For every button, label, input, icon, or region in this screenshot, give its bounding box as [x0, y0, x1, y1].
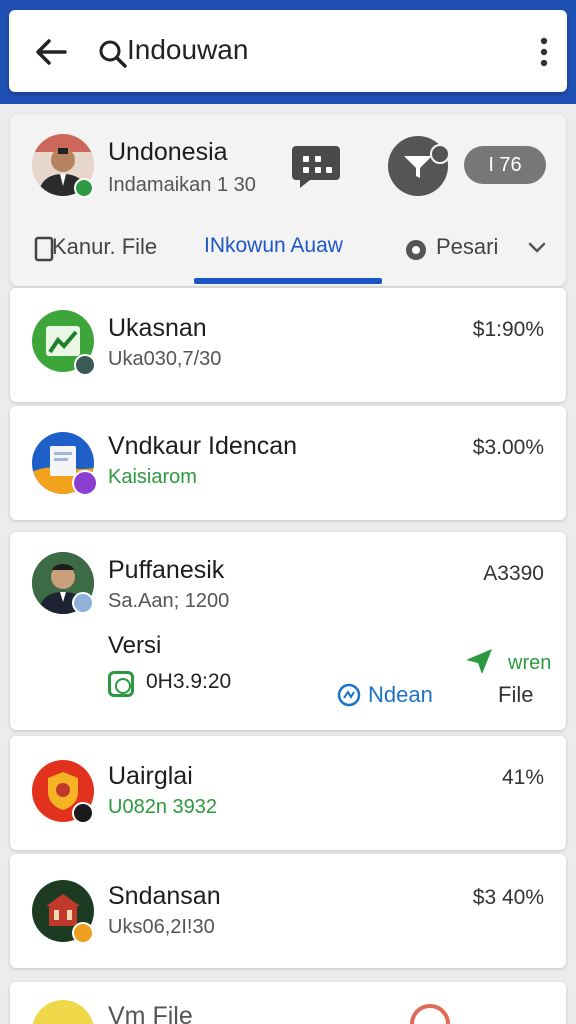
chat-bubble-icon	[406, 240, 426, 260]
avatar	[32, 1000, 94, 1024]
item-amount: $1:90%	[472, 318, 544, 341]
item-title: Vm File	[108, 1002, 193, 1024]
list-item[interactable]: Sndansan Uks06,2I!30 $3 40%	[10, 854, 566, 968]
more-options-icon[interactable]	[529, 34, 559, 70]
search-bar[interactable]: Indouwan	[9, 10, 567, 92]
search-icon	[99, 40, 127, 68]
item-amount: $3.00%	[472, 436, 544, 459]
file-icon	[34, 236, 54, 262]
list-item[interactable]: Vndkaur Idencan Kaisiarom $3.00%	[10, 406, 566, 520]
status-badge	[72, 802, 94, 824]
ndean-link[interactable]: Ndean	[368, 682, 433, 708]
item-amount: $3 40%	[472, 886, 544, 909]
status-badge	[74, 354, 96, 376]
link-icon	[337, 683, 361, 707]
status-badge	[72, 470, 98, 496]
item-amount: 41%	[501, 766, 544, 789]
item-title: Vndkaur Idencan	[108, 432, 298, 460]
item-amount: A3390	[483, 562, 544, 585]
back-arrow-icon[interactable]	[31, 32, 71, 72]
search-input[interactable]: Indouwan	[127, 34, 248, 66]
item-subtitle: U082n 3932	[108, 796, 217, 818]
chevron-down-icon[interactable]	[526, 236, 548, 258]
item-title: Uairglai	[108, 762, 193, 790]
item-title: Sndansan	[108, 882, 221, 910]
send-icon[interactable]	[464, 646, 494, 676]
file-label[interactable]: File	[498, 682, 533, 708]
tab-active[interactable]: INkowun Auaw	[204, 234, 343, 258]
status-badge	[72, 592, 94, 614]
item-title: Ukasnan	[108, 314, 207, 342]
tab-pesari[interactable]: Pesari	[436, 234, 498, 260]
item-subtitle: Uks06,2I!30	[108, 916, 215, 938]
list-item-expanded[interactable]: Puffanesik Sa.Aan; 1200 A3390 Versi 0H3.…	[10, 532, 566, 730]
version-label: Versi	[108, 632, 162, 659]
send-label[interactable]: wren	[508, 652, 551, 675]
tab-indicator	[194, 278, 382, 284]
item-title: Puffanesik	[108, 556, 225, 584]
item-subtitle: Sa.Aan; 1200	[108, 590, 230, 612]
list-item[interactable]: Vm File	[10, 982, 566, 1024]
status-badge	[72, 922, 94, 944]
verified-badge	[74, 178, 94, 198]
list-item[interactable]: Ukasnan Uka030,7/30 $1:90%	[10, 288, 566, 402]
profile-name: Undonesia	[108, 138, 228, 166]
item-subtitle: Kaisiarom	[108, 466, 197, 488]
list-item[interactable]: Uairglai U082n 3932 41%	[10, 736, 566, 850]
chat-icon[interactable]	[290, 142, 342, 190]
profile-subtitle: Indamaikan 1 30	[108, 174, 256, 196]
version-code: 0H3.9:20	[146, 670, 232, 693]
notification-dot	[430, 144, 450, 164]
count-badge[interactable]: I 76	[464, 146, 546, 184]
item-subtitle: Uka030,7/30	[108, 348, 222, 370]
tab-file[interactable]: Kanur. File	[52, 234, 157, 260]
code-icon	[108, 671, 134, 697]
status-ring-icon	[410, 1004, 450, 1024]
profile-card: Undonesia Indamaikan 1 30 I 76 Kanur. Fi…	[10, 114, 566, 286]
app-bar: Indouwan	[0, 0, 576, 104]
